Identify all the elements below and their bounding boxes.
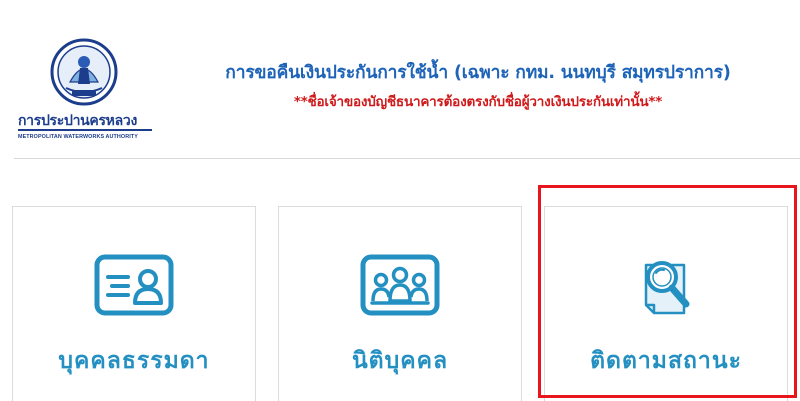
logo-org-name-en: METROPOLITAN WATERWORKS AUTHORITY [18, 134, 138, 140]
logo-rule [18, 129, 152, 131]
group-people-icon [360, 254, 440, 316]
mwa-emblem-icon [50, 38, 118, 106]
track-status-label: ติดตามสถานะ [590, 348, 742, 374]
track-status-card[interactable]: ติดตามสถานะ [544, 206, 788, 401]
mwa-logo: การประปานครหลวง METROPOLITAN WATERWORKS … [14, 38, 154, 150]
juristic-person-label: นิติบุคคล [351, 348, 449, 374]
page-header: การประปานครหลวง METROPOLITAN WATERWORKS … [0, 0, 800, 160]
search-document-icon [644, 261, 690, 315]
individual-card[interactable]: บุคคลธรรมดา [12, 206, 256, 401]
id-card-icon [94, 254, 174, 316]
page-title: การขอคืนเงินประกันการใช้น้ำ (เฉพาะ กทม. … [225, 63, 731, 83]
individual-label: บุคคลธรรมดา [58, 348, 210, 374]
juristic-person-card[interactable]: นิติบุคคล [278, 206, 522, 401]
account-name-warning: **ชื่อเจ้าของบัญชีธนาคารต้องตรงกับชื่อผู… [293, 94, 663, 110]
header-divider [14, 158, 800, 159]
